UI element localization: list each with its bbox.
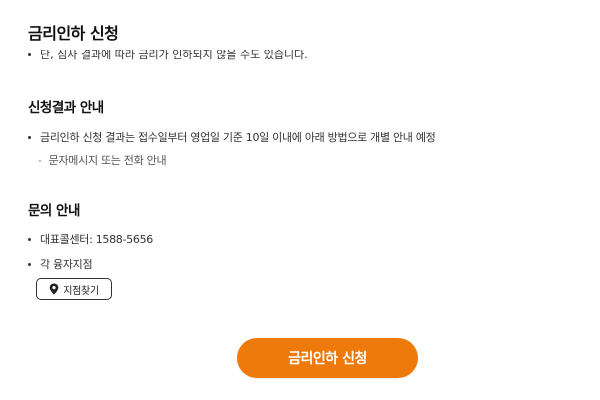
result-bullet-text: 금리인하 신청 결과는 접수일부터 영업일 기준 10일 이내에 아래 방법으로… [40, 131, 436, 144]
page-header: 금리인하 신청 [0, 0, 600, 50]
inquiry-item: 각 융자지점 [28, 256, 93, 272]
inquiry-item: 대표콜센터: 1588-5656 [28, 231, 153, 247]
notice-text: 단, 심사 결과에 따라 금리가 인하되지 않을 수도 있습니다. [40, 50, 308, 61]
dash-marker: - [38, 153, 42, 167]
bullet-dot [28, 135, 31, 139]
page-title: 금리인하 신청 [28, 24, 119, 43]
location-pin-icon [49, 283, 59, 295]
bullet-dot [28, 52, 31, 56]
inquiry-item-text: 대표콜센터: 1588-5656 [40, 233, 153, 246]
result-sub-item: - 문자메시지 또는 전화 안내 [38, 152, 167, 168]
result-sub-item-text: 문자메시지 또는 전화 안내 [48, 154, 167, 167]
result-bullet: 금리인하 신청 결과는 접수일부터 영업일 기준 10일 이내에 아래 방법으로… [28, 129, 436, 145]
inquiry-section-title: 문의 안내 [28, 203, 80, 219]
apply-rate-cut-button[interactable]: 금리인하 신청 [237, 338, 418, 378]
find-branch-label: 지점찾기 [63, 285, 99, 297]
inquiry-item-text: 각 융자지점 [40, 258, 93, 271]
find-branch-button[interactable]: 지점찾기 [36, 278, 112, 300]
bullet-dot [28, 237, 31, 241]
notice-line: 단, 심사 결과에 따라 금리가 인하되지 않을 수도 있습니다. [28, 50, 588, 61]
result-section-title: 신청결과 안내 [28, 100, 104, 116]
bullet-dot [28, 262, 31, 266]
